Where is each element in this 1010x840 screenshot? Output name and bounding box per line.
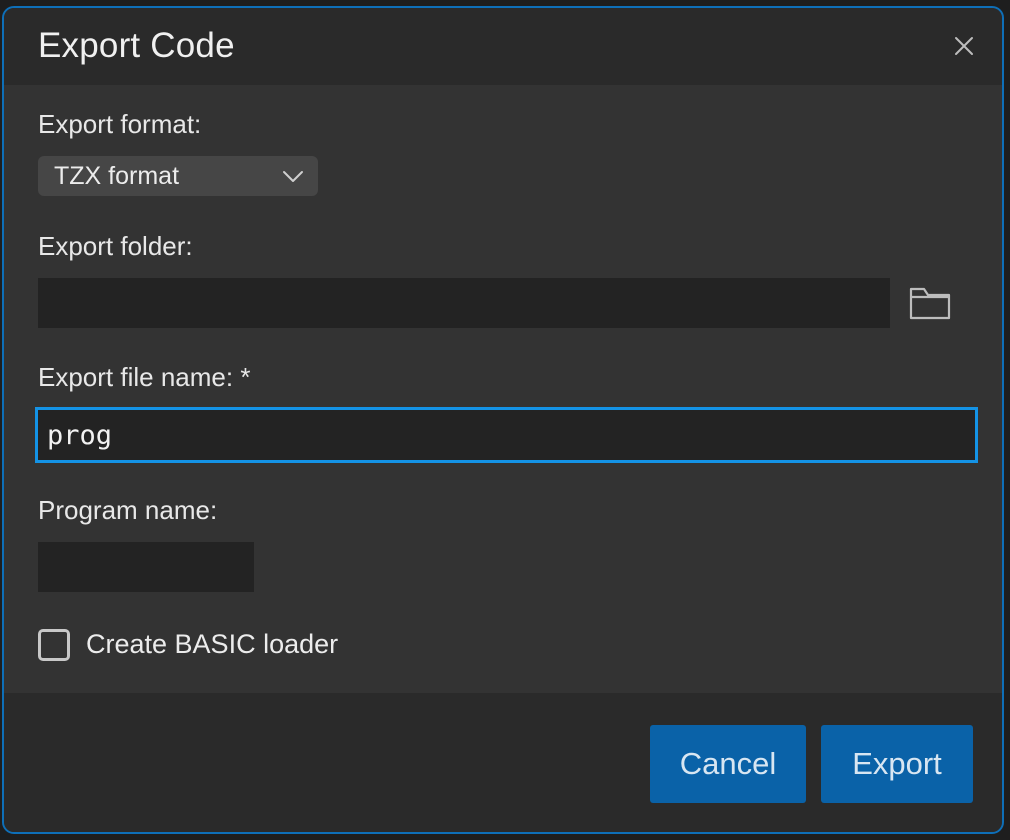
export-folder-input[interactable] xyxy=(38,278,890,328)
chevron-down-icon xyxy=(283,171,303,182)
dialog-footer: Cancel Export xyxy=(4,693,1002,832)
dialog-header: Export Code xyxy=(4,8,1002,85)
dialog-body: Export format: TZX format Export folder:… xyxy=(4,85,1002,693)
program-name-input[interactable] xyxy=(38,542,254,592)
export-format-select[interactable]: TZX format xyxy=(38,156,318,196)
export-format-value: TZX format xyxy=(54,162,180,190)
create-basic-loader-checkbox[interactable] xyxy=(38,629,70,661)
export-format-label: Export format: xyxy=(38,109,202,139)
dialog-title: Export Code xyxy=(38,26,235,65)
export-folder-label: Export folder: xyxy=(38,231,193,261)
program-name-label: Program name: xyxy=(38,495,218,525)
export-file-name-label: Export file name: * xyxy=(38,362,251,392)
export-button[interactable]: Export xyxy=(821,725,973,803)
cancel-button[interactable]: Cancel xyxy=(650,725,806,803)
export-code-dialog: Export Code Export format: TZX format Ex… xyxy=(2,6,1004,834)
create-basic-loader-label: Create BASIC loader xyxy=(86,629,339,659)
close-icon[interactable] xyxy=(952,34,976,58)
export-file-name-input[interactable] xyxy=(35,407,978,463)
folder-icon[interactable] xyxy=(908,283,952,323)
